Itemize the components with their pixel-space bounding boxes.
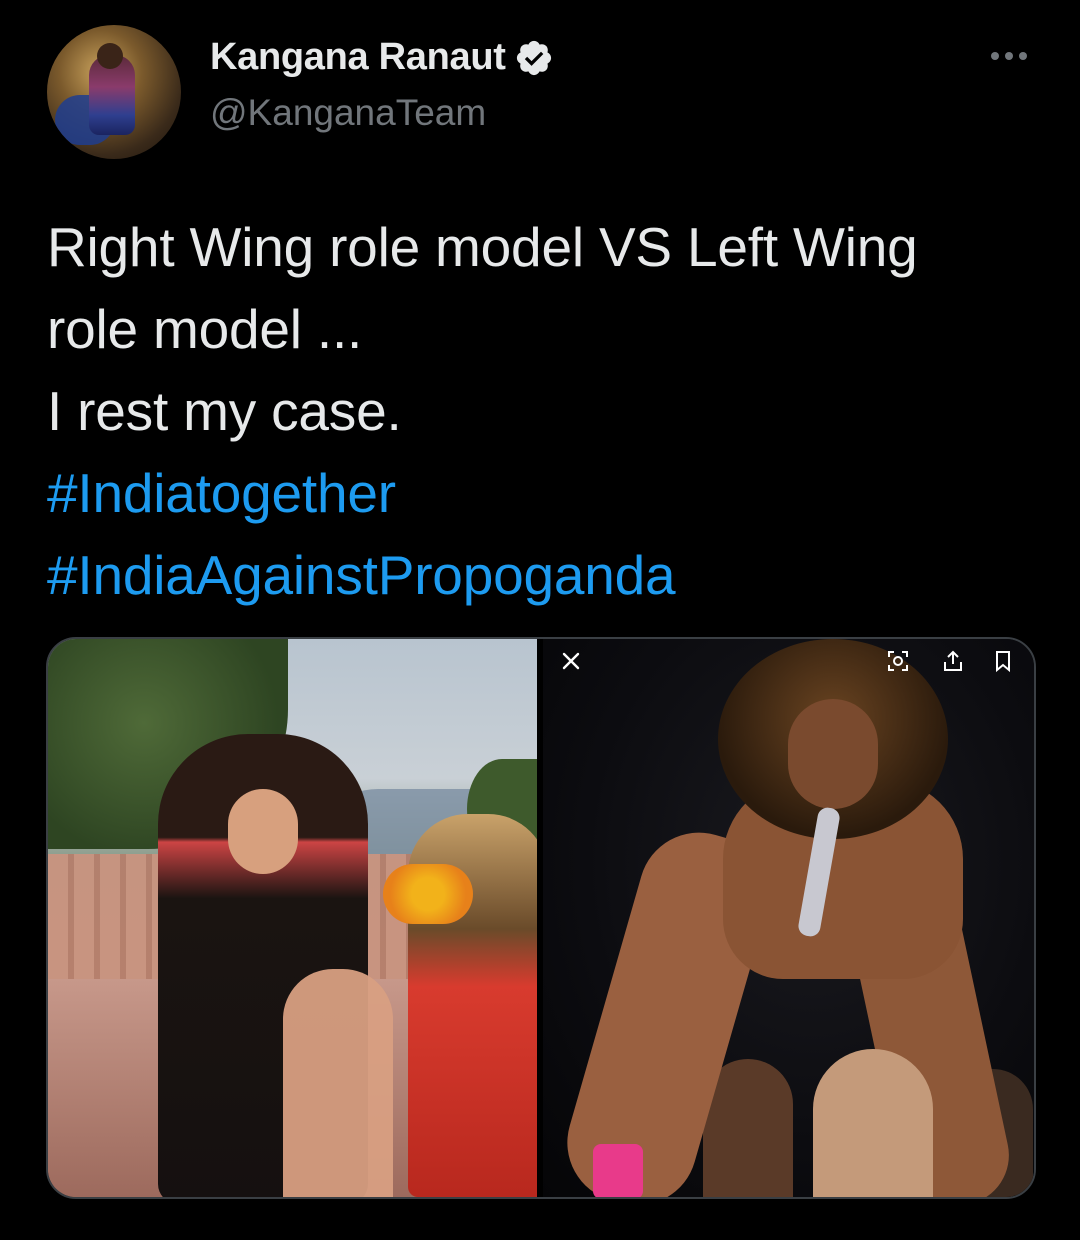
handle[interactable]: @KanganaTeam <box>210 92 486 134</box>
close-icon[interactable] <box>559 649 583 673</box>
hashtag-link[interactable]: #Indiatogether <box>47 452 1047 534</box>
author-name-row[interactable]: Kangana Ranaut <box>210 36 554 79</box>
media-grid <box>46 637 1036 1199</box>
share-icon[interactable] <box>941 649 965 673</box>
verified-badge-icon <box>516 40 551 75</box>
media-photo-left[interactable] <box>48 639 537 1197</box>
avatar[interactable] <box>47 25 181 159</box>
scan-icon[interactable] <box>886 649 910 673</box>
tweet-text-line: role model ... <box>47 298 363 360</box>
tweet-text-line: I rest my case. <box>47 380 402 442</box>
display-name[interactable]: Kangana Ranaut <box>210 36 506 79</box>
more-options-icon[interactable] <box>988 46 1030 66</box>
bookmark-icon[interactable] <box>991 649 1015 673</box>
media-photo-right[interactable] <box>543 639 1034 1197</box>
tweet: Kangana Ranaut @KanganaTeam Right Wing r… <box>0 0 1080 1240</box>
hashtag-link[interactable]: #IndiaAgainstPropoganda <box>47 534 1047 616</box>
tweet-text: Right Wing role model VS Left Wing role … <box>47 206 1047 616</box>
tweet-text-line: Right Wing role model VS Left Wing <box>47 216 918 278</box>
